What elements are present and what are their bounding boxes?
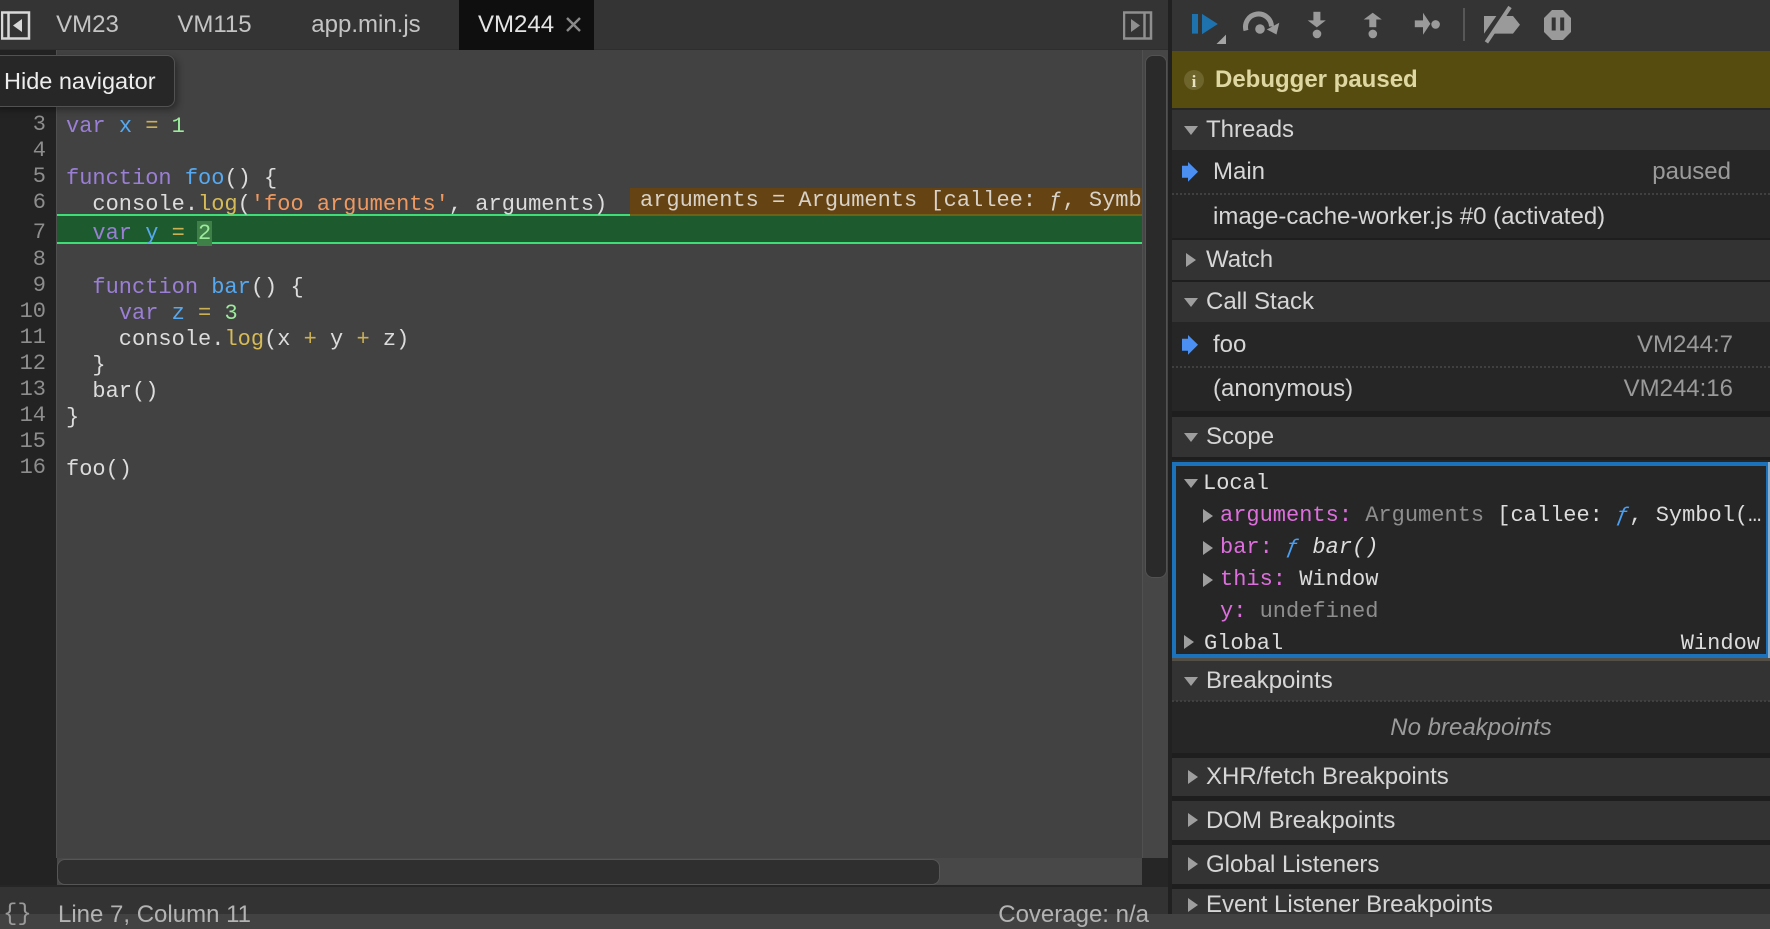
svg-text:i: i	[1192, 72, 1197, 91]
